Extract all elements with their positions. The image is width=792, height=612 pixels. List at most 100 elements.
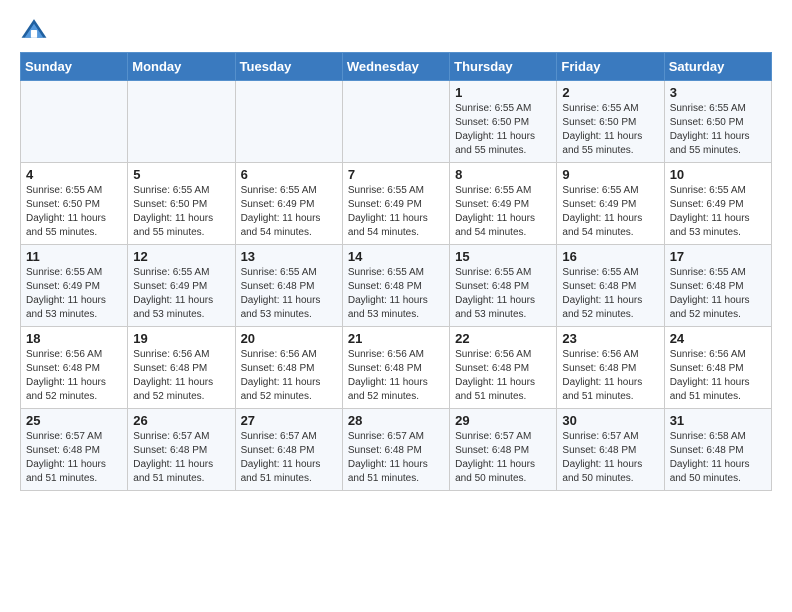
calendar-cell: 13 Sunrise: 6:55 AMSunset: 6:48 PMDayligh… bbox=[235, 245, 342, 327]
calendar-week-row: 11Sunrise: 6:55 AMSunset: 6:49 PMDayligh… bbox=[21, 245, 772, 327]
day-number: 17 bbox=[670, 249, 766, 264]
calendar-week-row: 18 Sunrise: 6:56 AMSunset: 6:48 PMDayligh… bbox=[21, 327, 772, 409]
day-info: Sunrise: 6:56 AMSunset: 6:48 PMDaylight:… bbox=[26, 348, 122, 404]
day-info: Sunrise: 6:56 AMSunset: 6:48 PMDaylight:… bbox=[348, 348, 444, 404]
day-number: 31 bbox=[670, 413, 766, 428]
day-number: 4 bbox=[26, 167, 122, 182]
weekday-header: Wednesday bbox=[342, 53, 449, 81]
day-info: Sunrise: 6:58 AMSunset: 6:48 PMDaylight:… bbox=[670, 430, 766, 486]
calendar-cell: 24 Sunrise: 6:56 AMSunset: 6:48 PMDayligh… bbox=[664, 327, 771, 409]
day-number: 24 bbox=[670, 331, 766, 346]
calendar-cell bbox=[128, 81, 235, 163]
calendar-cell: 19 Sunrise: 6:56 AMSunset: 6:48 PMDayligh… bbox=[128, 327, 235, 409]
day-info: Sunrise: 6:56 AMSunset: 6:48 PMDaylight:… bbox=[133, 348, 229, 404]
calendar-cell: 28 Sunrise: 6:57 AMSunset: 6:48 PMDayligh… bbox=[342, 409, 449, 491]
day-info: Sunrise: 6:55 AMSunset: 6:48 PMDaylight:… bbox=[241, 266, 337, 322]
day-number: 23 bbox=[562, 331, 658, 346]
weekday-header: Tuesday bbox=[235, 53, 342, 81]
day-number: 18 bbox=[26, 331, 122, 346]
weekday-header: Saturday bbox=[664, 53, 771, 81]
calendar-week-row: 25 Sunrise: 6:57 AMSunset: 6:48 PMDayligh… bbox=[21, 409, 772, 491]
day-info: Sunrise: 6:55 AMSunset: 6:49 PMDaylight:… bbox=[26, 266, 122, 322]
day-info: Sunrise: 6:57 AMSunset: 6:48 PMDaylight:… bbox=[26, 430, 122, 486]
day-info: Sunrise: 6:55 AMSunset: 6:50 PMDaylight:… bbox=[562, 102, 658, 158]
calendar-cell: 3Sunrise: 6:55 AMSunset: 6:50 PMDaylight… bbox=[664, 81, 771, 163]
calendar-cell: 11Sunrise: 6:55 AMSunset: 6:49 PMDayligh… bbox=[21, 245, 128, 327]
day-number: 10 bbox=[670, 167, 766, 182]
day-info: Sunrise: 6:55 AMSunset: 6:50 PMDaylight:… bbox=[455, 102, 551, 158]
calendar-cell: 6 Sunrise: 6:55 AMSunset: 6:49 PMDaylight… bbox=[235, 163, 342, 245]
day-info: Sunrise: 6:55 AMSunset: 6:49 PMDaylight:… bbox=[455, 184, 551, 240]
calendar-cell: 4Sunrise: 6:55 AMSunset: 6:50 PMDaylight… bbox=[21, 163, 128, 245]
calendar-week-row: 1 Sunrise: 6:55 AMSunset: 6:50 PMDaylight… bbox=[21, 81, 772, 163]
day-info: Sunrise: 6:55 AMSunset: 6:49 PMDaylight:… bbox=[348, 184, 444, 240]
day-info: Sunrise: 6:56 AMSunset: 6:48 PMDaylight:… bbox=[455, 348, 551, 404]
weekday-header: Sunday bbox=[21, 53, 128, 81]
calendar-cell: 17 Sunrise: 6:55 AMSunset: 6:48 PMDayligh… bbox=[664, 245, 771, 327]
day-number: 29 bbox=[455, 413, 551, 428]
calendar-cell: 1 Sunrise: 6:55 AMSunset: 6:50 PMDaylight… bbox=[450, 81, 557, 163]
calendar-cell: 7 Sunrise: 6:55 AMSunset: 6:49 PMDaylight… bbox=[342, 163, 449, 245]
day-number: 28 bbox=[348, 413, 444, 428]
page: SundayMondayTuesdayWednesdayThursdayFrid… bbox=[0, 0, 792, 612]
day-number: 19 bbox=[133, 331, 229, 346]
calendar-cell: 30Sunrise: 6:57 AMSunset: 6:48 PMDayligh… bbox=[557, 409, 664, 491]
day-info: Sunrise: 6:55 AMSunset: 6:49 PMDaylight:… bbox=[241, 184, 337, 240]
day-number: 20 bbox=[241, 331, 337, 346]
day-number: 1 bbox=[455, 85, 551, 100]
day-info: Sunrise: 6:57 AMSunset: 6:48 PMDaylight:… bbox=[133, 430, 229, 486]
day-info: Sunrise: 6:56 AMSunset: 6:48 PMDaylight:… bbox=[241, 348, 337, 404]
calendar-cell: 14Sunrise: 6:55 AMSunset: 6:48 PMDayligh… bbox=[342, 245, 449, 327]
header bbox=[20, 16, 772, 44]
day-number: 21 bbox=[348, 331, 444, 346]
day-info: Sunrise: 6:55 AMSunset: 6:48 PMDaylight:… bbox=[670, 266, 766, 322]
day-number: 25 bbox=[26, 413, 122, 428]
day-info: Sunrise: 6:56 AMSunset: 6:48 PMDaylight:… bbox=[562, 348, 658, 404]
day-number: 2 bbox=[562, 85, 658, 100]
weekday-header: Friday bbox=[557, 53, 664, 81]
day-number: 9 bbox=[562, 167, 658, 182]
calendar-cell: 18 Sunrise: 6:56 AMSunset: 6:48 PMDayligh… bbox=[21, 327, 128, 409]
calendar-cell: 26 Sunrise: 6:57 AMSunset: 6:48 PMDayligh… bbox=[128, 409, 235, 491]
day-number: 5 bbox=[133, 167, 229, 182]
day-number: 15 bbox=[455, 249, 551, 264]
day-number: 22 bbox=[455, 331, 551, 346]
day-number: 16 bbox=[562, 249, 658, 264]
calendar-cell: 20 Sunrise: 6:56 AMSunset: 6:48 PMDayligh… bbox=[235, 327, 342, 409]
day-number: 13 bbox=[241, 249, 337, 264]
day-number: 26 bbox=[133, 413, 229, 428]
day-info: Sunrise: 6:55 AMSunset: 6:48 PMDaylight:… bbox=[455, 266, 551, 322]
calendar-cell: 16 Sunrise: 6:55 AMSunset: 6:48 PMDayligh… bbox=[557, 245, 664, 327]
calendar-cell: 29 Sunrise: 6:57 AMSunset: 6:48 PMDayligh… bbox=[450, 409, 557, 491]
day-info: Sunrise: 6:55 AMSunset: 6:49 PMDaylight:… bbox=[133, 266, 229, 322]
calendar-cell bbox=[235, 81, 342, 163]
calendar-table: SundayMondayTuesdayWednesdayThursdayFrid… bbox=[20, 52, 772, 491]
day-info: Sunrise: 6:57 AMSunset: 6:48 PMDaylight:… bbox=[348, 430, 444, 486]
calendar-cell: 10 Sunrise: 6:55 AMSunset: 6:49 PMDayligh… bbox=[664, 163, 771, 245]
day-number: 27 bbox=[241, 413, 337, 428]
day-number: 8 bbox=[455, 167, 551, 182]
day-info: Sunrise: 6:55 AMSunset: 6:49 PMDaylight:… bbox=[670, 184, 766, 240]
logo-icon bbox=[20, 16, 48, 44]
calendar-cell: 12Sunrise: 6:55 AMSunset: 6:49 PMDayligh… bbox=[128, 245, 235, 327]
day-info: Sunrise: 6:55 AMSunset: 6:50 PMDaylight:… bbox=[133, 184, 229, 240]
day-info: Sunrise: 6:56 AMSunset: 6:48 PMDaylight:… bbox=[670, 348, 766, 404]
weekday-header: Monday bbox=[128, 53, 235, 81]
calendar-cell: 31 Sunrise: 6:58 AMSunset: 6:48 PMDayligh… bbox=[664, 409, 771, 491]
day-number: 30 bbox=[562, 413, 658, 428]
calendar-cell: 22 Sunrise: 6:56 AMSunset: 6:48 PMDayligh… bbox=[450, 327, 557, 409]
day-info: Sunrise: 6:57 AMSunset: 6:48 PMDaylight:… bbox=[455, 430, 551, 486]
calendar-cell: 2 Sunrise: 6:55 AMSunset: 6:50 PMDaylight… bbox=[557, 81, 664, 163]
calendar-cell: 25 Sunrise: 6:57 AMSunset: 6:48 PMDayligh… bbox=[21, 409, 128, 491]
calendar-week-row: 4 Sunrise: 6:55 AMSunset: 6:50 PMDaylight… bbox=[21, 163, 772, 245]
day-number: 7 bbox=[348, 167, 444, 182]
calendar-cell: 27Sunrise: 6:57 AMSunset: 6:48 PMDayligh… bbox=[235, 409, 342, 491]
calendar-cell: 5 Sunrise: 6:55 AMSunset: 6:50 PMDaylight… bbox=[128, 163, 235, 245]
calendar-cell: 8 Sunrise: 6:55 AMSunset: 6:49 PMDaylight… bbox=[450, 163, 557, 245]
day-info: Sunrise: 6:55 AMSunset: 6:48 PMDaylight:… bbox=[562, 266, 658, 322]
day-number: 14 bbox=[348, 249, 444, 264]
calendar-cell: 21 Sunrise: 6:56 AMSunset: 6:48 PMDayligh… bbox=[342, 327, 449, 409]
calendar-cell bbox=[21, 81, 128, 163]
day-number: 3 bbox=[670, 85, 766, 100]
day-number: 6 bbox=[241, 167, 337, 182]
